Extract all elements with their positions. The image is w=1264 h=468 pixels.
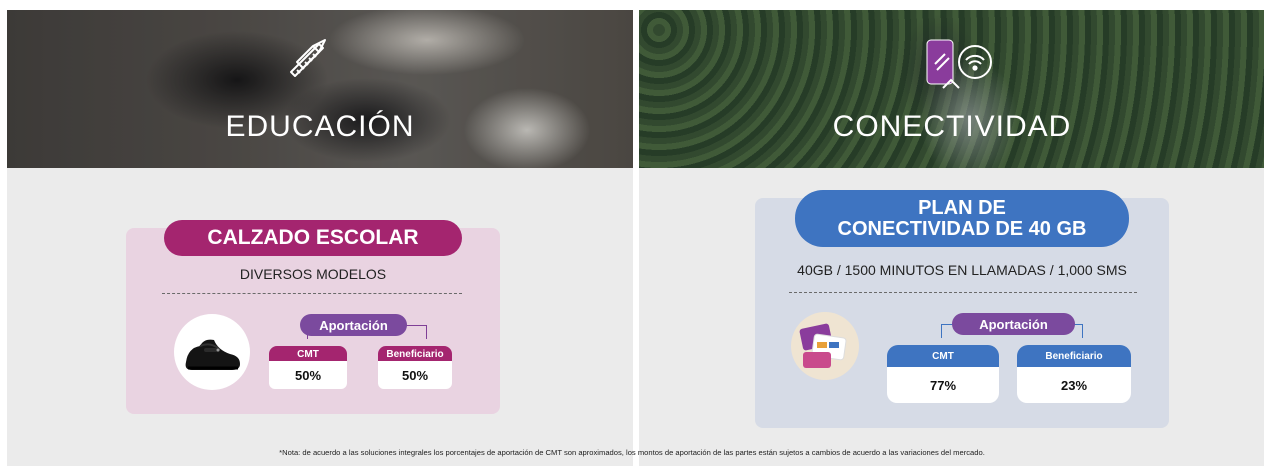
- connectivity-content: PLAN DE CONECTIVIDAD DE 40 GB 40GB / 150…: [639, 10, 1264, 466]
- cmt-value: 50%: [269, 361, 347, 389]
- cmt-value: 77%: [887, 367, 999, 403]
- sim-cards-image: [791, 312, 859, 380]
- beneficiary-label: Beneficiario: [378, 346, 452, 362]
- beneficiary-label: Beneficiario: [1017, 345, 1131, 367]
- school-shoe-image: [174, 314, 250, 390]
- education-content: CALZADO ESCOLAR DIVERSOS MODELOS Aportac…: [7, 10, 633, 466]
- school-shoes-title: CALZADO ESCOLAR: [164, 220, 462, 256]
- footnote: *Nota: de acuerdo a las soluciones integ…: [279, 448, 985, 457]
- cmt-label: CMT: [887, 345, 999, 367]
- beneficiary-value: 50%: [378, 361, 452, 389]
- connectivity-plan-title: PLAN DE CONECTIVIDAD DE 40 GB: [795, 190, 1129, 247]
- connectivity-plan-subtitle: 40GB / 1500 MINUTOS EN LLAMADAS / 1,000 …: [797, 262, 1127, 278]
- contribution-label: Aportación: [300, 314, 407, 336]
- school-shoes-subtitle: DIVERSOS MODELOS: [239, 266, 387, 282]
- connectivity-plan-title-line1: PLAN DE: [918, 196, 1006, 219]
- divider: [162, 293, 462, 294]
- connectivity-plan-title-line2: CONECTIVIDAD DE 40 GB: [837, 217, 1087, 240]
- divider: [789, 292, 1137, 293]
- contribution-label: Aportación: [952, 313, 1075, 335]
- beneficiary-value: 23%: [1017, 367, 1131, 403]
- cmt-label: CMT: [269, 346, 347, 362]
